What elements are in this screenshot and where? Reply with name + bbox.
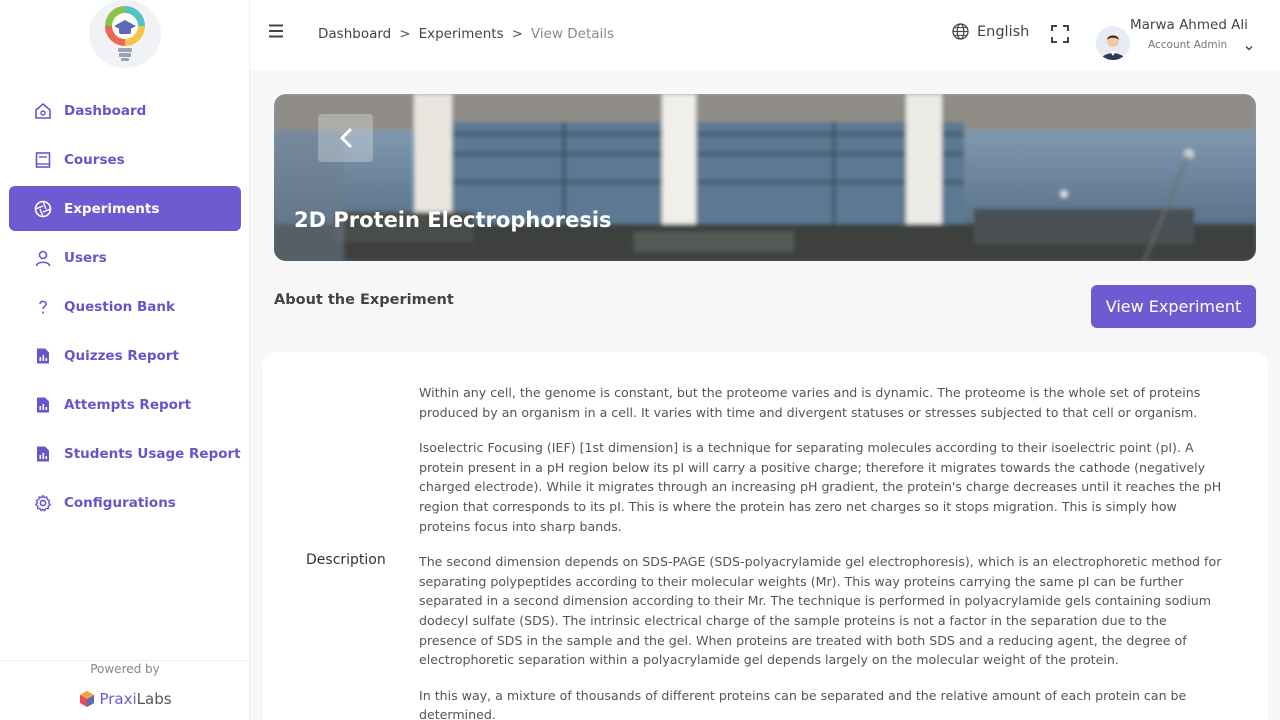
sidebar-item-label: Courses [64,151,125,168]
sidebar-item-label: Quizzes Report [64,347,179,364]
breadcrumb-experiments[interactable]: Experiments [419,26,504,42]
book-icon [33,150,53,170]
praxilabs-brand[interactable]: Praxi Labs [78,690,172,708]
powered-by-label: Powered by [90,662,160,676]
sidebar-item-courses[interactable]: Courses [9,137,241,182]
description-paragraph: The second dimension depends on SDS-PAGE… [419,554,1222,668]
aperture-icon [33,199,53,219]
sidebar-item-label: Dashboard [64,102,147,119]
home-icon [33,101,53,121]
question-icon [33,297,53,317]
sidebar-item-attempts-report[interactable]: Attempts Report [9,382,241,427]
gear-icon [33,493,53,513]
sidebar-item-label: Question Bank [64,298,175,315]
top-bar: Dashboard > Experiments > View Details E… [250,0,1280,70]
lightbulb-logo-icon [105,6,145,61]
language-switcher[interactable]: English [952,23,1029,40]
back-button[interactable] [318,114,373,162]
description-paragraph: Within any cell, the genome is constant,… [419,385,1201,420]
avatar[interactable] [1096,26,1130,60]
sidebar-item-users[interactable]: Users [9,235,241,280]
breadcrumb-separator: > [399,26,411,42]
section-title: About the Experiment [274,292,454,308]
sidebar-item-configurations[interactable]: Configurations [9,480,241,525]
experiment-title: 2D Protein Electrophoresis [294,208,612,232]
sidebar-item-question-bank[interactable]: Question Bank [9,284,241,329]
sidebar-item-experiments[interactable]: Experiments [9,186,241,231]
experiment-hero-banner: 2D Protein Electrophoresis [274,94,1256,261]
report-icon [33,346,53,366]
breadcrumb-dashboard[interactable]: Dashboard [318,26,391,42]
language-label: English [977,23,1030,40]
sidebar-item-quizzes-report[interactable]: Quizzes Report [9,333,241,378]
brand-suffix: Labs [136,690,172,708]
chevron-down-icon[interactable] [1244,38,1254,51]
sidebar-item-dashboard[interactable]: Dashboard [9,88,241,133]
breadcrumb: Dashboard > Experiments > View Details [318,26,614,42]
description-body: Within any cell, the genome is constant,… [419,383,1224,720]
description-label: Description [306,552,386,568]
user-role: Account Admin [1148,39,1228,51]
sidebar-nav: Dashboard Courses Experiments Users Ques… [9,88,241,529]
breadcrumb-current: View Details [530,26,615,42]
globe-icon [952,23,969,40]
app-logo[interactable] [89,0,161,68]
cube-logo-icon [80,691,95,707]
description-paragraph: Isoelectric Focusing (IEF) [1st dimensio… [419,440,1222,534]
powered-by-footer: Powered by Praxi Labs [0,660,250,720]
chevron-left-icon [340,128,351,148]
view-experiment-button[interactable]: View Experiment [1091,285,1256,328]
sidebar-item-label: Configurations [64,494,176,511]
report-icon [33,444,53,464]
description-card: Description Within any cell, the genome … [263,352,1268,720]
sidebar-item-label: Experiments [64,200,160,217]
description-paragraph: In this way, a mixture of thousands of d… [419,687,1187,720]
brand-prefix: Praxi [99,690,137,708]
user-name[interactable]: Marwa Ahmed Ali [1130,17,1248,33]
report-icon [33,395,53,415]
fullscreen-icon[interactable] [1050,24,1070,44]
breadcrumb-separator: > [511,26,523,42]
user-avatar-icon [1096,26,1130,60]
menu-toggle-icon[interactable] [268,22,286,40]
sidebar-item-label: Students Usage Report [64,445,241,462]
sidebar: Dashboard Courses Experiments Users Ques… [0,0,250,720]
user-icon [33,248,53,268]
hero-background-image [274,94,1256,261]
sidebar-item-label: Users [64,249,107,266]
sidebar-item-label: Attempts Report [64,396,192,413]
sidebar-item-students-usage-report[interactable]: Students Usage Report [9,431,241,476]
